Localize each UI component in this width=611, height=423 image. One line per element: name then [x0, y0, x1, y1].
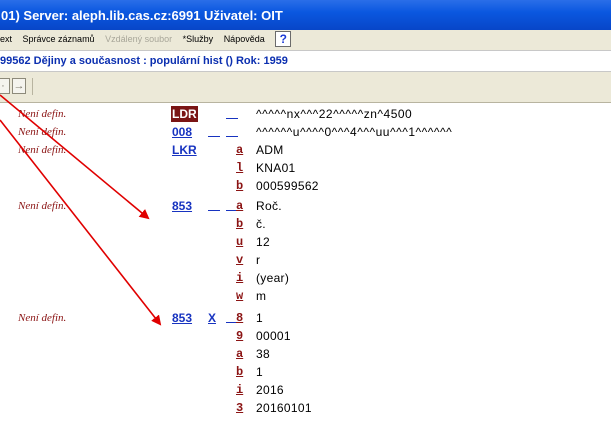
subfield-value[interactable]: 00001: [256, 328, 291, 344]
indicator-1[interactable]: [208, 124, 220, 137]
subfield-code[interactable]: w: [236, 288, 243, 304]
help-icon[interactable]: ?: [275, 31, 292, 47]
subfield-code[interactable]: a: [236, 346, 243, 362]
field-label: Není defin.: [18, 200, 67, 212]
field-row-lkr[interactable]: Není defin. LKR a ADM: [0, 142, 611, 158]
subfield-value[interactable]: m: [256, 288, 266, 304]
navigation-toolbar: · →: [0, 72, 611, 103]
subfield-value[interactable]: ADM: [256, 142, 284, 158]
subfield-code[interactable]: l: [236, 160, 243, 176]
subfield-row[interactable]: b 000599562: [0, 178, 611, 194]
field-label: Není defin.: [18, 108, 67, 120]
subfield-code[interactable]: v: [236, 252, 243, 268]
record-info-text: 99562 Dějiny a současnost : populární hi…: [0, 55, 288, 67]
menu-item-help[interactable]: Nápověda: [224, 34, 265, 44]
subfield-row[interactable]: b 1: [0, 364, 611, 380]
subfield-code[interactable]: b: [236, 216, 243, 232]
subfield-row[interactable]: i (year): [0, 270, 611, 286]
menu-bar: ext Správce záznamů Vzdálený soubor *Slu…: [0, 30, 611, 50]
subfield-value[interactable]: 1: [256, 364, 263, 380]
previous-icon[interactable]: ·: [0, 78, 10, 94]
subfield-code[interactable]: b: [236, 178, 243, 194]
window-title-bar[interactable]: 01) Server: aleph.lib.cas.cz:6991 Uživat…: [0, 0, 611, 30]
subfield-value[interactable]: 1: [256, 310, 263, 326]
field-tag[interactable]: 008: [172, 124, 192, 140]
subfield-value[interactable]: KNA01: [256, 160, 296, 176]
subfield-value[interactable]: Roč.: [256, 198, 282, 214]
subfield-code[interactable]: b: [236, 364, 243, 380]
subfield-code[interactable]: i: [236, 270, 243, 286]
field-row-008[interactable]: Není defin. 008 ^^^^^^u^^^^0^^^4^^^uu^^^…: [0, 124, 611, 140]
subfield-row[interactable]: u 12: [0, 234, 611, 250]
indicator-1[interactable]: [208, 198, 220, 211]
subfield-row[interactable]: i 2016: [0, 382, 611, 398]
field-tag[interactable]: 853: [172, 198, 192, 214]
subfield-value[interactable]: r: [256, 252, 260, 268]
toolbar-separator: [32, 78, 33, 95]
subfield-value[interactable]: č.: [256, 216, 266, 232]
subfield-row[interactable]: 3 20160101: [0, 400, 611, 416]
indicator-1[interactable]: X: [208, 310, 220, 326]
menu-item-remote-file: Vzdálený soubor: [105, 34, 173, 44]
subfield-code[interactable]: 3: [236, 400, 243, 416]
field-label: Není defin.: [18, 144, 67, 156]
subfield-row[interactable]: w m: [0, 288, 611, 304]
field-label: Není defin.: [18, 126, 67, 138]
subfield-row[interactable]: v r: [0, 252, 611, 268]
indicator-2[interactable]: [226, 106, 238, 119]
subfield-value[interactable]: 12: [256, 234, 270, 250]
field-tag[interactable]: 853: [172, 310, 192, 326]
next-arrow-icon[interactable]: →: [12, 78, 26, 94]
subfield-code[interactable]: 9: [236, 328, 243, 344]
menu-item-text[interactable]: ext: [0, 34, 12, 44]
subfield-value[interactable]: (year): [256, 270, 289, 286]
record-info-bar: 99562 Dějiny a současnost : populární hi…: [0, 50, 611, 72]
menu-item-record-manager[interactable]: Správce záznamů: [23, 34, 95, 44]
field-row-853-x[interactable]: Není defin. 853 X 8 1: [0, 310, 611, 326]
field-tag[interactable]: LDR: [171, 106, 198, 122]
subfield-value[interactable]: 2016: [256, 382, 284, 398]
field-value[interactable]: ^^^^^^u^^^^0^^^4^^^uu^^^1^^^^^^: [256, 124, 452, 140]
field-row-ldr[interactable]: Není defin. LDR ^^^^^nx^^^22^^^^^zn^4500: [0, 106, 611, 122]
subfield-value[interactable]: 38: [256, 346, 270, 362]
field-row-853[interactable]: Není defin. 853 a Roč.: [0, 198, 611, 214]
subfield-row[interactable]: a 38: [0, 346, 611, 362]
marc-record-view: Není defin. LDR ^^^^^nx^^^22^^^^^zn^4500…: [0, 102, 611, 423]
subfield-value[interactable]: 000599562: [256, 178, 319, 194]
subfield-code[interactable]: i: [236, 382, 243, 398]
subfield-code[interactable]: a: [236, 142, 243, 158]
subfield-row[interactable]: l KNA01: [0, 160, 611, 176]
field-tag[interactable]: LKR: [172, 142, 197, 158]
field-value[interactable]: ^^^^^nx^^^22^^^^^zn^4500: [256, 106, 412, 122]
subfield-code[interactable]: a: [236, 198, 243, 214]
subfield-code[interactable]: u: [236, 234, 243, 250]
window-title: 01) Server: aleph.lib.cas.cz:6991 Uživat…: [1, 8, 283, 23]
subfield-row[interactable]: b č.: [0, 216, 611, 232]
menu-item-services[interactable]: *Služby: [183, 34, 214, 44]
field-label: Není defin.: [18, 312, 67, 324]
subfield-code[interactable]: 8: [236, 310, 243, 326]
subfield-value[interactable]: 20160101: [256, 400, 312, 416]
indicator-2[interactable]: [226, 124, 238, 137]
subfield-row[interactable]: 9 00001: [0, 328, 611, 344]
